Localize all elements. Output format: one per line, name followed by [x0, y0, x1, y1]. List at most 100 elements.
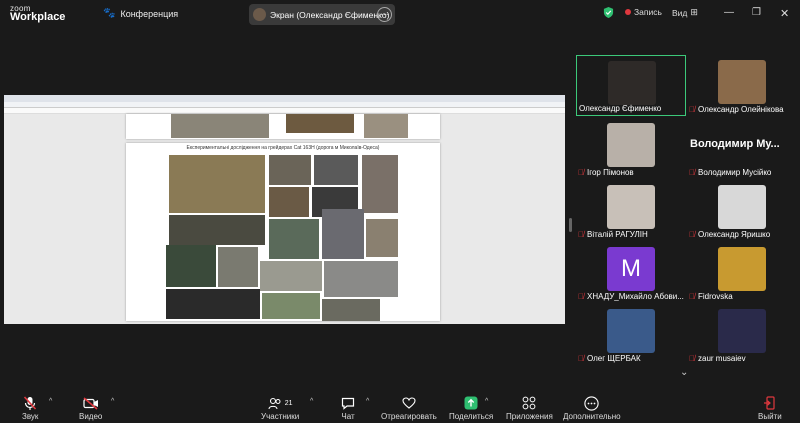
apps-label: Приложения — [506, 412, 553, 421]
participant-name: Олег ЩЕРБАК — [587, 354, 641, 363]
share-more-button[interactable]: ··· — [377, 7, 392, 22]
audio-options-caret[interactable]: ^ — [49, 398, 52, 405]
minimize-icon[interactable]: — — [724, 7, 734, 18]
participant-video — [608, 61, 656, 105]
participant-tile[interactable]: Олександр Єфименко — [576, 55, 686, 116]
participant-name: Віталій РАГУЛІН — [587, 230, 648, 239]
share-more-text: ··· — [380, 10, 389, 19]
close-icon[interactable]: ✕ — [780, 7, 789, 20]
restore-icon[interactable]: ❐ — [752, 7, 761, 18]
pdf-viewer: Експериментальні дослідження на грейдера… — [4, 114, 565, 324]
muted-mic-icon: 🎙̸ — [578, 292, 584, 301]
muted-mic-icon: 🎙̸ — [689, 292, 695, 301]
top-bar: zoom Workplace 🐾 Конференция Экран (Олек… — [0, 0, 800, 28]
muted-mic-icon: 🎙̸ — [689, 105, 695, 114]
participant-tile[interactable]: 🎙̸ Віталій РАГУЛІН — [576, 180, 686, 241]
video-label: Видео — [79, 412, 103, 421]
paw-icon: 🐾 — [103, 8, 116, 19]
participant-tile[interactable]: 🎙̸ Fidrovska — [687, 242, 797, 303]
share-options-caret[interactable]: ^ — [485, 398, 488, 405]
participants-label: Участники — [261, 412, 300, 421]
participant-name: ХНАДУ_Михайло Абови... — [587, 292, 684, 301]
participants-options-caret[interactable]: ^ — [310, 398, 313, 405]
participant-name: Олександр Яришко — [698, 230, 771, 239]
participant-name-placeholder: Володимир Му... — [690, 138, 780, 150]
participant-video — [607, 185, 655, 229]
mic-muted-icon — [23, 394, 37, 412]
view-grid-icon: ⊞ — [690, 7, 698, 17]
meeting-info-button[interactable]: 🐾 Конференция — [103, 8, 178, 19]
share-label: Экран (Олександр Єфименко) — [270, 9, 390, 20]
record-label: Запись — [634, 7, 662, 17]
record-dot-icon — [625, 9, 631, 15]
participant-tile[interactable]: 🎙̸ zaur musaiev — [687, 304, 797, 365]
video-options-caret[interactable]: ^ — [111, 398, 114, 405]
participant-avatar: M — [607, 247, 655, 291]
leave-label: Выйти — [758, 412, 782, 421]
view-label: Вид — [672, 7, 688, 18]
leave-button[interactable]: Выйти — [758, 394, 782, 421]
apps-button[interactable]: Приложения — [506, 394, 553, 421]
view-button[interactable]: Вид ⊞ — [672, 7, 698, 18]
participant-name: Олександр Єфименко — [579, 104, 662, 113]
participant-tile[interactable]: 🎙̸ Ігор Пімонов — [576, 118, 686, 179]
muted-mic-icon: 🎙̸ — [689, 168, 695, 177]
document-caption: Експериментальні дослідження на грейдера… — [186, 145, 380, 151]
participant-name: Олександр Олейнікова — [698, 105, 784, 114]
browser-tabbar — [4, 95, 565, 102]
participants-button[interactable]: 21 Участники — [261, 394, 299, 421]
participant-video — [718, 185, 766, 229]
audio-label: Звук — [22, 412, 39, 421]
pdf-page-current: Експериментальні дослідження на грейдера… — [126, 143, 440, 321]
participant-name: zaur musaiev — [698, 354, 746, 363]
share-label: Поделиться — [449, 412, 494, 421]
muted-mic-icon: 🎙̸ — [578, 354, 584, 363]
participant-tile[interactable]: M 🎙̸ ХНАДУ_Михайло Абови... — [576, 242, 686, 303]
participant-video — [607, 123, 655, 167]
participant-tile[interactable]: Володимир Му... 🎙̸ Володимир Мусійко — [687, 118, 797, 179]
bottom-toolbar: Звук ^ Видео ^ 21 Участники ^ Чат ^ Отре… — [0, 392, 800, 423]
more-label: Дополнительно — [563, 412, 621, 421]
video-button[interactable]: Видео — [79, 394, 102, 421]
participant-video — [607, 309, 655, 353]
more-icon — [584, 394, 599, 412]
chat-button[interactable]: Чат — [341, 394, 355, 421]
logo-bottom-text: Workplace — [10, 11, 66, 23]
recording-indicator[interactable]: Запись — [625, 7, 662, 17]
muted-mic-icon: 🎙̸ — [689, 354, 695, 363]
shared-screen[interactable]: Експериментальні дослідження на грейдера… — [4, 95, 565, 324]
apps-icon — [522, 394, 536, 412]
zoom-window: zoom Workplace 🐾 Конференция Экран (Олек… — [0, 0, 800, 423]
video-off-icon — [83, 394, 99, 412]
participant-video — [718, 60, 766, 104]
participant-video — [718, 309, 766, 353]
avatar-letter: M — [621, 255, 641, 282]
chat-options-caret[interactable]: ^ — [366, 398, 369, 405]
react-button[interactable]: Отреагировать — [381, 394, 437, 421]
participant-name: Володимир Мусійко — [698, 168, 772, 177]
screen-share-indicator[interactable]: Экран (Олександр Єфименко) ··· — [249, 4, 395, 25]
pdf-page-prev — [126, 114, 440, 139]
muted-mic-icon: 🎙̸ — [578, 230, 584, 239]
zoom-logo: zoom Workplace — [10, 4, 66, 23]
participant-name: Ігор Пімонов — [587, 168, 634, 177]
chat-label: Чат — [341, 412, 355, 421]
participant-name: Fidrovska — [698, 292, 733, 301]
chevron-down-icon[interactable]: ⌄ — [680, 367, 688, 378]
meeting-label: Конференция — [120, 8, 179, 19]
more-button[interactable]: Дополнительно — [563, 394, 621, 421]
share-screen-icon — [464, 394, 478, 412]
security-shield-icon[interactable] — [603, 7, 614, 18]
participant-tile[interactable]: 🎙̸ Олег ЩЕРБАК — [576, 304, 686, 365]
chat-icon — [341, 394, 355, 412]
panel-resize-handle[interactable] — [569, 218, 572, 232]
participant-tile[interactable]: 🎙̸ Олександр Олейнікова — [687, 55, 797, 116]
audio-button[interactable]: Звук — [22, 394, 38, 421]
heart-icon — [402, 394, 416, 412]
leave-icon — [763, 394, 777, 412]
participants-icon: 21 — [268, 394, 293, 412]
participant-video — [718, 247, 766, 291]
sharer-avatar — [253, 8, 266, 21]
muted-mic-icon: 🎙̸ — [578, 168, 584, 177]
participant-tile[interactable]: 🎙̸ Олександр Яришко — [687, 180, 797, 241]
